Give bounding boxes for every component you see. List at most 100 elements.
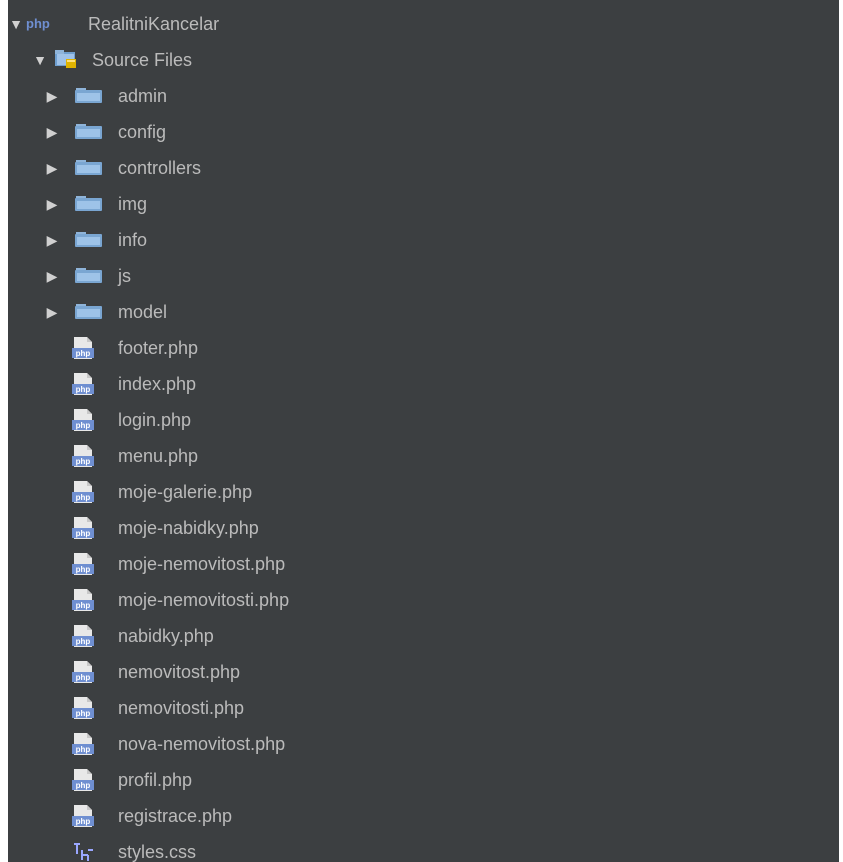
svg-text:php: php	[76, 673, 91, 682]
svg-text:php: php	[76, 781, 91, 790]
file-label: moje-galerie.php	[118, 482, 253, 502]
file-label: styles.css	[118, 842, 197, 862]
php-file-icon: php	[72, 589, 94, 611]
php-file-icon: php	[72, 481, 94, 503]
file-label: nabidky.php	[118, 626, 214, 646]
file-node[interactable]: php nemovitost.php	[8, 654, 839, 690]
folder-icon	[75, 304, 102, 319]
expanded-triangle-icon[interactable]: ▼	[32, 52, 48, 68]
file-label: footer.php	[118, 338, 199, 358]
collapsed-triangle-icon[interactable]: ▶	[44, 160, 60, 176]
source-folder-icon	[55, 50, 76, 68]
folder-icon	[75, 124, 102, 139]
file-node[interactable]: php index.php	[8, 366, 839, 402]
svg-text:php: php	[76, 817, 91, 826]
collapsed-triangle-icon[interactable]: ▶	[44, 88, 60, 104]
window-right-edge	[839, 0, 843, 862]
file-label: index.php	[118, 374, 197, 394]
php-file-icon: php	[72, 553, 94, 575]
svg-text:php: php	[76, 493, 91, 502]
folder-icon	[75, 268, 102, 283]
file-label: profil.php	[118, 770, 193, 790]
file-node[interactable]: php profil.php	[8, 762, 839, 798]
file-label: nemovitost.php	[118, 662, 241, 682]
file-label: menu.php	[118, 446, 199, 466]
file-node[interactable]: php nabidky.php	[8, 618, 839, 654]
folder-label: model	[118, 302, 168, 322]
file-node[interactable]: php moje-nemovitosti.php	[8, 582, 839, 618]
project-name-label: RealitniKancelar	[88, 14, 220, 34]
project-tree: ▼ php RealitniKancelar ▼ Source Files ▶	[8, 6, 839, 862]
php-file-icon: php	[72, 373, 94, 395]
folder-node[interactable]: ▶ img	[8, 186, 839, 222]
php-file-icon: php	[72, 733, 94, 755]
collapsed-triangle-icon[interactable]: ▶	[44, 196, 60, 212]
svg-text:php: php	[26, 16, 50, 31]
file-node[interactable]: php registrace.php	[8, 798, 839, 834]
file-label: moje-nemovitosti.php	[118, 590, 290, 610]
file-label: registrace.php	[118, 806, 233, 826]
folder-icon	[75, 88, 102, 103]
folder-node[interactable]: ▶ js	[8, 258, 839, 294]
php-file-icon: php	[72, 661, 94, 683]
collapsed-triangle-icon[interactable]: ▶	[44, 268, 60, 284]
file-label: nova-nemovitost.php	[118, 734, 286, 754]
folder-node[interactable]: ▶ config	[8, 114, 839, 150]
svg-text:php: php	[76, 421, 91, 430]
folder-icon	[75, 160, 102, 175]
project-tree-panel: ▼ php RealitniKancelar ▼ Source Files ▶	[0, 0, 843, 862]
folder-icon	[75, 196, 102, 211]
php-file-icon: php	[72, 337, 94, 359]
folder-label: controllers	[118, 158, 202, 178]
collapsed-triangle-icon[interactable]: ▶	[44, 304, 60, 320]
folder-label: info	[118, 230, 148, 250]
folder-label: config	[118, 122, 167, 142]
collapsed-triangle-icon[interactable]: ▶	[44, 124, 60, 140]
window-left-edge	[0, 0, 8, 862]
folder-node[interactable]: ▶ model	[8, 294, 839, 330]
file-node[interactable]: styles.css	[8, 834, 839, 862]
php-file-icon: php	[72, 805, 94, 827]
php-file-icon: php	[72, 517, 94, 539]
svg-text:php: php	[76, 709, 91, 718]
file-node[interactable]: php login.php	[8, 402, 839, 438]
php-file-icon: php	[72, 409, 94, 431]
folder-icon	[75, 232, 102, 247]
php-file-icon: php	[72, 697, 94, 719]
svg-text:php: php	[76, 565, 91, 574]
css-file-icon	[74, 843, 93, 861]
svg-text:php: php	[76, 529, 91, 538]
svg-text:php: php	[76, 601, 91, 610]
file-node[interactable]: php footer.php	[8, 330, 839, 366]
file-node[interactable]: php moje-nemovitost.php	[8, 546, 839, 582]
svg-text:php: php	[76, 349, 91, 358]
php-file-icon: php	[72, 625, 94, 647]
svg-text:php: php	[76, 637, 91, 646]
php-project-icon: php	[26, 16, 50, 31]
folder-label: js	[118, 266, 131, 286]
svg-text:php: php	[76, 457, 91, 466]
file-label: moje-nabidky.php	[118, 518, 259, 538]
source-files-node[interactable]: ▼ Source Files	[8, 42, 839, 78]
source-files-label: Source Files	[92, 50, 193, 70]
php-file-icon: php	[72, 769, 94, 791]
php-file-icon: php	[72, 445, 94, 467]
folder-node[interactable]: ▶ controllers	[8, 150, 839, 186]
file-node[interactable]: php moje-galerie.php	[8, 474, 839, 510]
folder-node[interactable]: ▶ admin	[8, 78, 839, 114]
file-node[interactable]: php nova-nemovitost.php	[8, 726, 839, 762]
collapsed-triangle-icon[interactable]: ▶	[44, 232, 60, 248]
file-label: login.php	[118, 410, 192, 430]
expanded-triangle-icon[interactable]: ▼	[8, 16, 24, 32]
folder-label: admin	[118, 86, 168, 106]
file-node[interactable]: php nemovitosti.php	[8, 690, 839, 726]
folder-node[interactable]: ▶ info	[8, 222, 839, 258]
svg-text:php: php	[76, 385, 91, 394]
folder-label: img	[118, 194, 148, 214]
project-root-node[interactable]: ▼ php RealitniKancelar	[8, 6, 839, 42]
file-node[interactable]: php moje-nabidky.php	[8, 510, 839, 546]
svg-text:php: php	[76, 745, 91, 754]
file-label: moje-nemovitost.php	[118, 554, 286, 574]
file-label: nemovitosti.php	[118, 698, 245, 718]
file-node[interactable]: php menu.php	[8, 438, 839, 474]
